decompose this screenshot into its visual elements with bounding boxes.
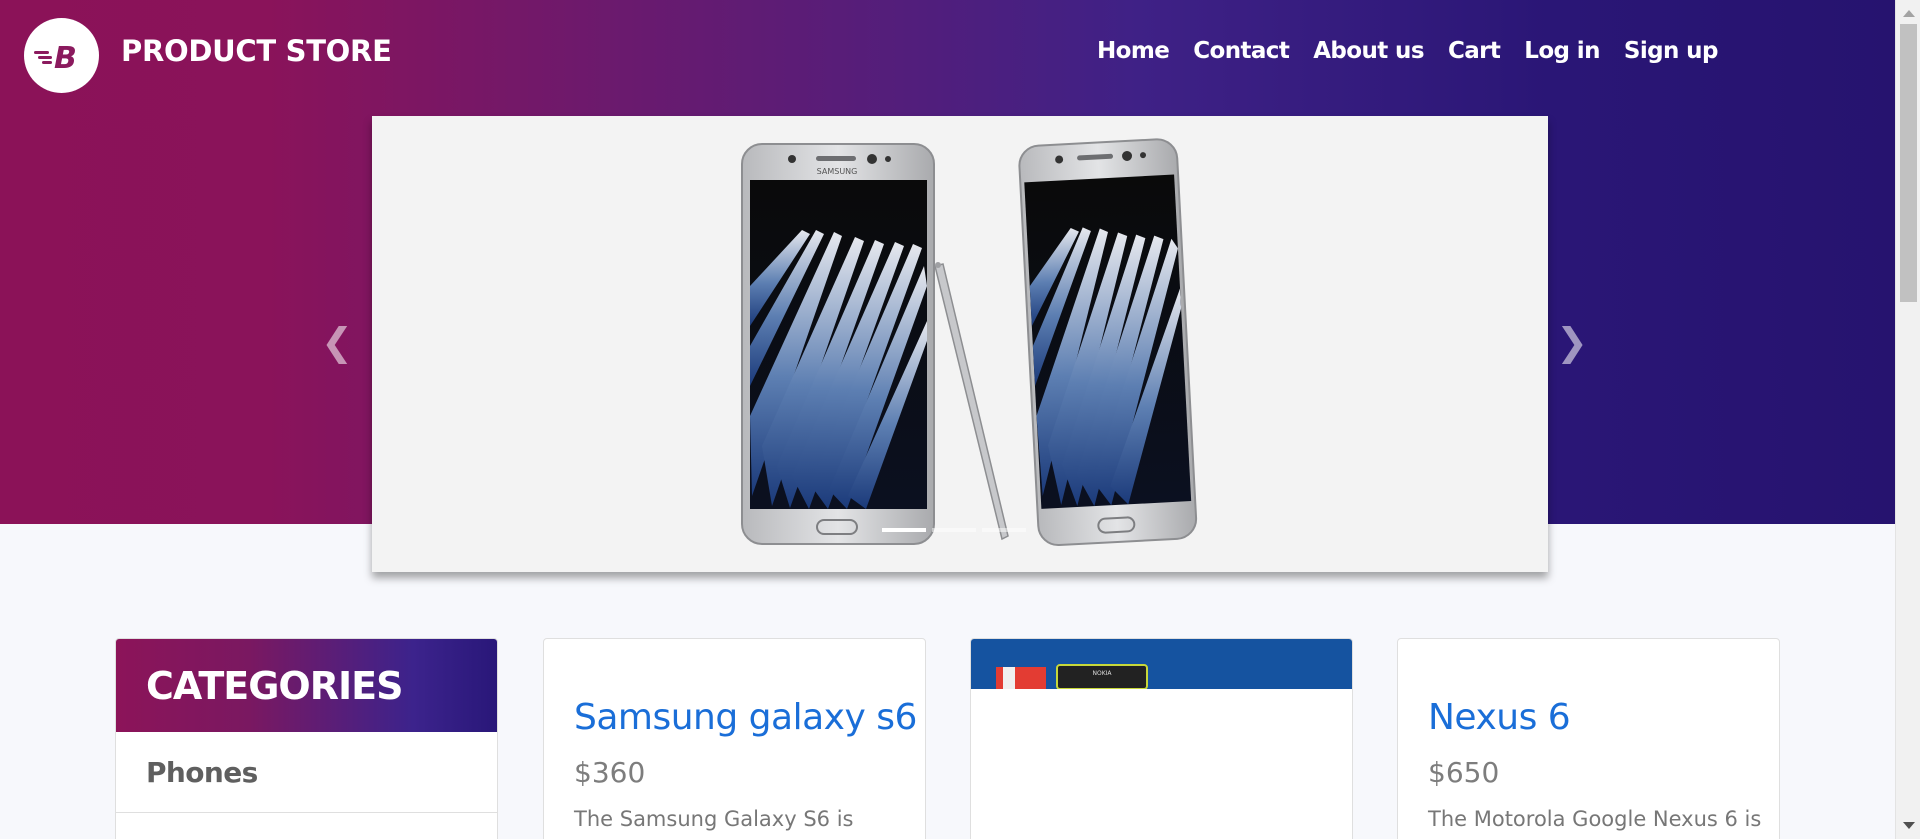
nav-cart[interactable]: Cart [1448, 38, 1501, 64]
carousel-prev-icon[interactable]: ❮ [317, 318, 357, 366]
left-phone-brand: SAMSUNG [817, 167, 858, 176]
product-image-label: NOKIA [1092, 670, 1112, 677]
nav-about-us[interactable]: About us [1313, 38, 1424, 64]
carousel-slide: SAMSUNG [372, 116, 1548, 572]
logo-letter: B [54, 41, 77, 76]
carousel-indicators [882, 528, 1026, 532]
brand-name[interactable]: PRODUCT STORE [121, 34, 392, 68]
carousel-indicator[interactable] [882, 528, 926, 532]
product-title-link[interactable]: Nexus 6 [1428, 697, 1759, 738]
carousel-next-icon[interactable]: ❯ [1552, 318, 1592, 366]
product-price: $360 [574, 756, 646, 789]
main-nav: Home Contact About us Cart Log in Sign u… [1097, 38, 1742, 64]
scroll-thumb[interactable] [1900, 24, 1917, 302]
product-image[interactable]: NOKIA [971, 639, 1353, 689]
category-item-phones[interactable]: Phones [116, 732, 497, 813]
product-card: NOKIA [970, 638, 1353, 839]
carousel-indicator[interactable] [932, 528, 976, 532]
phones-slide-image: SAMSUNG [741, 138, 1198, 547]
product-price: $650 [1428, 756, 1500, 789]
product-description: The Motorola Google Nexus 6 is [1428, 807, 1762, 831]
product-title-link[interactable]: Samsung galaxy s6 [574, 697, 917, 738]
product-description: The Samsung Galaxy S6 is [574, 807, 854, 831]
scroll-down-icon[interactable] [1903, 822, 1915, 829]
categories-panel: CATEGORIES Phones [115, 638, 498, 839]
carousel-indicator[interactable] [982, 528, 1026, 532]
product-card: Samsung galaxy s6 $360 The Samsung Galax… [543, 638, 926, 839]
page-scrollbar[interactable] [1895, 0, 1920, 839]
logo-b-icon: B [34, 41, 77, 76]
brand-logo[interactable]: B [24, 18, 99, 93]
nav-sign-up[interactable]: Sign up [1624, 38, 1719, 64]
product-card: Nexus 6 $650 The Motorola Google Nexus 6… [1397, 638, 1780, 839]
nav-log-in[interactable]: Log in [1524, 38, 1600, 64]
categories-title: CATEGORIES [146, 663, 403, 708]
categories-header[interactable]: CATEGORIES [116, 639, 497, 732]
nav-contact[interactable]: Contact [1193, 38, 1290, 64]
scroll-up-icon[interactable] [1903, 10, 1915, 17]
nav-home[interactable]: Home [1097, 38, 1170, 64]
